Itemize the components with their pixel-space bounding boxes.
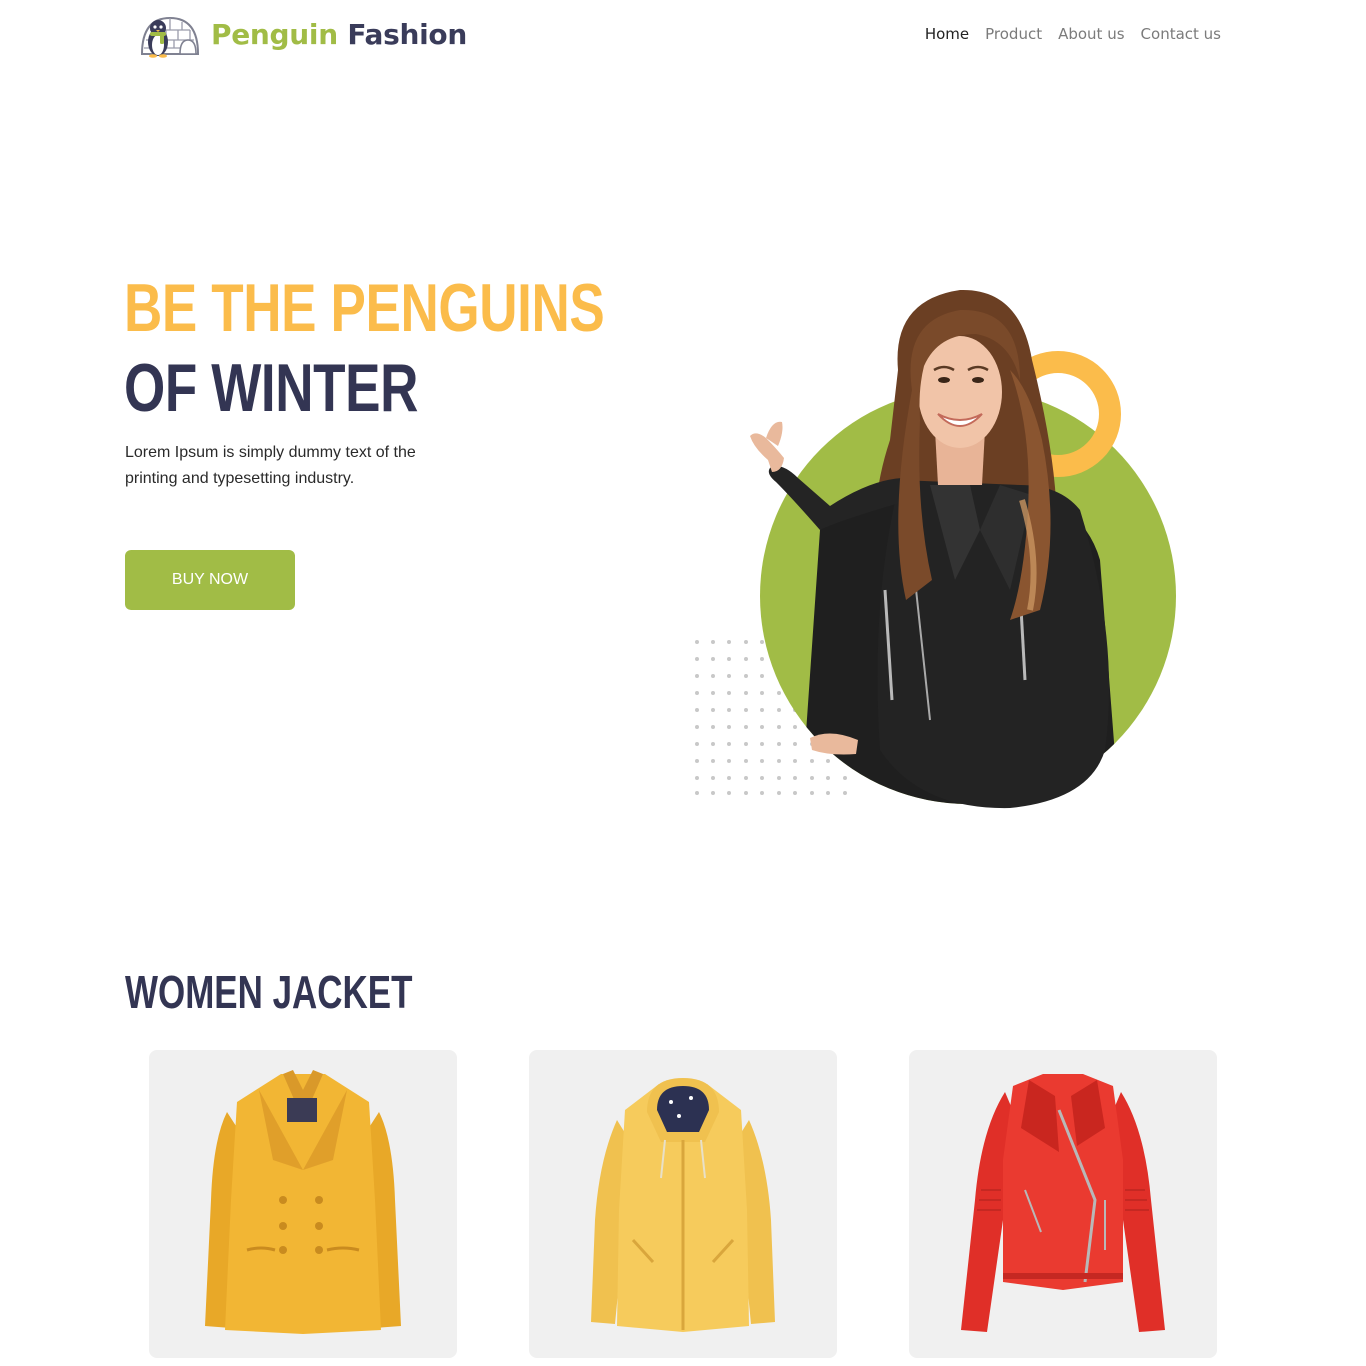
hero-title-line2: OF WINTER: [124, 350, 419, 426]
yellow-wool-coat-image: [205, 1070, 401, 1334]
yellow-hooded-jacket-image: [591, 1078, 775, 1332]
hero-title-line1: BE THE PENGUINS: [124, 270, 605, 346]
nav-home-link[interactable]: Home: [925, 25, 969, 43]
hero-model-image: [695, 289, 1176, 809]
product-card[interactable]: [149, 1050, 457, 1358]
brand-logo[interactable]: Penguin Fashion: [136, 10, 476, 60]
nav-contact-link[interactable]: Contact us: [1141, 25, 1221, 43]
nav-about-link[interactable]: About us: [1058, 25, 1124, 43]
section-title: WOMEN JACKET: [125, 966, 413, 1018]
hero-title: BE THE PENGUINS OF WINTER: [124, 268, 740, 428]
product-card[interactable]: [909, 1050, 1217, 1358]
penguin-igloo-icon: [140, 16, 200, 58]
red-leather-jacket-image: [961, 1074, 1165, 1332]
buy-now-button[interactable]: BUY NOW: [125, 550, 295, 610]
brand-name-part2: Fashion: [347, 18, 467, 51]
brand-name: Penguin Fashion: [211, 18, 467, 51]
brand-name-part1: Penguin: [211, 18, 338, 51]
product-card[interactable]: [529, 1050, 837, 1358]
nav-product-link[interactable]: Product: [985, 25, 1042, 43]
main-nav: Home Product About us Contact us: [925, 25, 1221, 43]
hero-description: Lorem Ipsum is simply dummy text of the …: [125, 444, 416, 487]
